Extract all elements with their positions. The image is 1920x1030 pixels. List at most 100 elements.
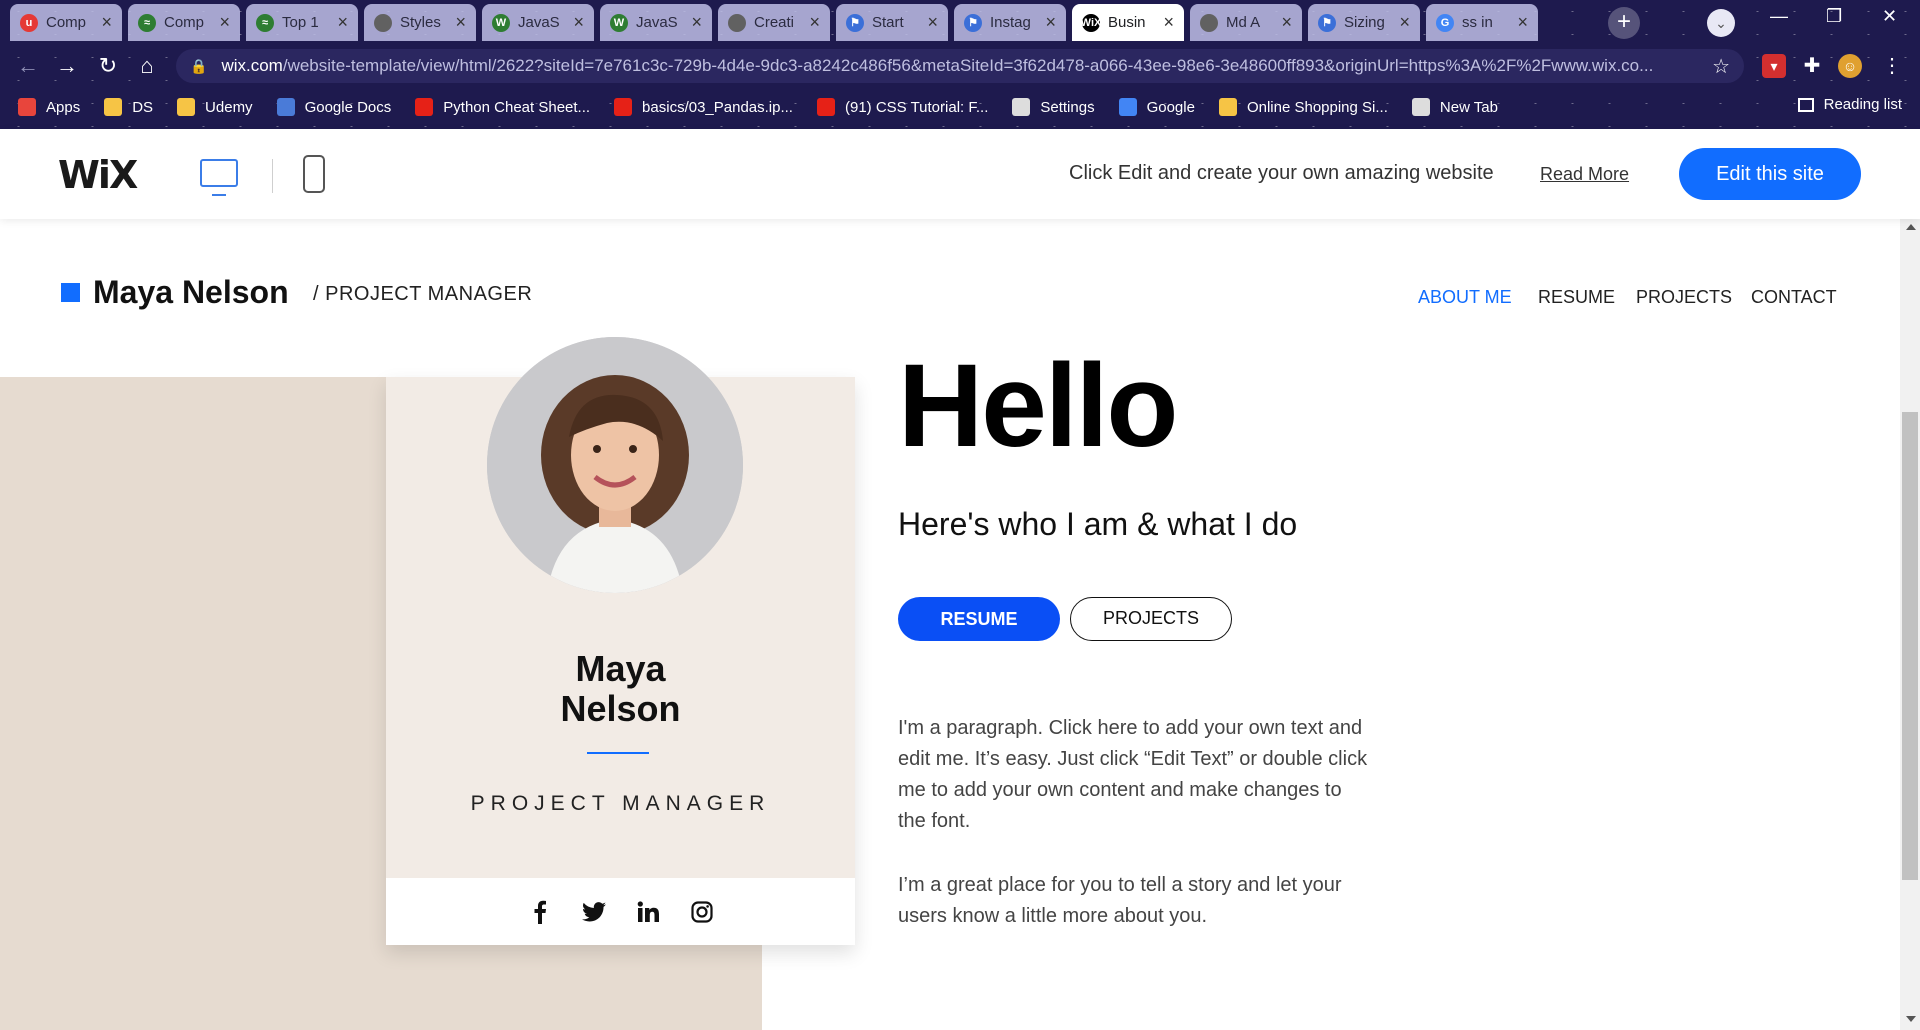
tab-close-icon[interactable]: × — [573, 12, 584, 33]
restore-icon[interactable]: ❐ — [1826, 6, 1842, 27]
bookmark-label: New Tab — [1439, 98, 1498, 116]
wix-message: Click Edit and create your own amazing w… — [1069, 162, 1494, 184]
new-tab-button[interactable]: + — [1608, 7, 1640, 39]
tab-search-icon[interactable]: ⌄ — [1707, 9, 1735, 37]
tab-3[interactable]: ≈ Top 1 × — [246, 4, 358, 41]
card-name-first: Maya — [575, 648, 666, 689]
projects-button[interactable]: PROJECTS — [1070, 597, 1232, 641]
back-icon[interactable]: ← — [14, 52, 42, 80]
bookmark-label: Google — [1146, 98, 1195, 116]
bookmark-item[interactable]: Apps — [18, 98, 80, 116]
bookmark-item[interactable]: Online Shopping Si... — [1218, 98, 1388, 116]
brand-name[interactable]: Maya Nelson — [93, 274, 289, 311]
tab-close-icon[interactable]: × — [1045, 12, 1056, 33]
tab-close-icon[interactable]: × — [1163, 12, 1174, 33]
address-bar[interactable]: 🔒 wix.com/website-template/view/html/262… — [176, 49, 1744, 83]
profile-avatar-icon[interactable]: ☺ — [1838, 54, 1862, 78]
tab-7[interactable]: Creati × — [718, 4, 830, 41]
portrait-image — [487, 337, 743, 593]
edit-this-site-button[interactable]: Edit this site — [1679, 148, 1861, 200]
reload-icon[interactable]: ↻ — [94, 52, 122, 80]
bookmark-item[interactable]: Google — [1118, 98, 1195, 116]
tab-title: Comp — [164, 14, 205, 31]
tab-6[interactable]: W JavaS × — [600, 4, 712, 41]
tab-5[interactable]: W JavaS × — [482, 4, 594, 41]
tab-title: JavaS — [518, 14, 560, 31]
mobile-view-icon[interactable] — [303, 155, 325, 193]
bookmark-item[interactable]: DS — [104, 98, 153, 116]
tab-1[interactable]: u Comp × — [10, 4, 122, 41]
tab-close-icon[interactable]: × — [337, 12, 348, 33]
scroll-up-arrow[interactable] — [1906, 224, 1916, 230]
tab-12[interactable]: ⚑ Sizing × — [1308, 4, 1420, 41]
forward-icon[interactable]: → — [53, 52, 81, 80]
card-name: Maya Nelson — [386, 649, 855, 729]
bookmark-item[interactable]: Udemy — [177, 98, 253, 116]
tab-10[interactable]: WiX Busin × — [1072, 4, 1184, 41]
browser-toolbar: ← → ↻ ⌂ 🔒 wix.com/website-template/view/… — [0, 46, 1920, 86]
tab-close-icon[interactable]: × — [1399, 12, 1410, 33]
tab-close-icon[interactable]: × — [1517, 12, 1528, 33]
tab-favicon-icon: ⚑ — [846, 13, 864, 32]
desktop-view-icon[interactable] — [200, 159, 238, 196]
twitter-icon[interactable] — [581, 900, 606, 924]
reading-list[interactable]: Reading list — [1797, 96, 1902, 113]
tab-title: Instag — [990, 14, 1031, 31]
close-window-icon[interactable]: ✕ — [1882, 6, 1897, 27]
url-text[interactable]: wix.com/website-template/view/html/2622?… — [221, 56, 1698, 76]
tab-title: Creati — [754, 14, 795, 31]
story-paragraph: I’m a great place for you to tell a stor… — [898, 874, 1342, 927]
linkedin-icon[interactable] — [636, 900, 660, 924]
bookmark-icon — [18, 98, 36, 116]
read-more-link[interactable]: Read More — [1540, 164, 1629, 185]
bookmark-icon — [1118, 98, 1137, 116]
tab-close-icon[interactable]: × — [101, 12, 112, 33]
extension-pocket-icon[interactable]: ▾ — [1762, 54, 1786, 78]
tab-8[interactable]: ⚑ Start × — [836, 4, 948, 41]
minimize-icon[interactable]: — — [1770, 6, 1788, 27]
nav-resume[interactable]: RESUME — [1538, 287, 1615, 308]
bookmark-item[interactable]: Python Cheat Sheet... — [415, 98, 590, 116]
nav-contact[interactable]: CONTACT — [1751, 287, 1837, 308]
nav-projects[interactable]: PROJECTS — [1636, 287, 1732, 308]
tab-4[interactable]: Styles × — [364, 4, 476, 41]
bookmark-item[interactable]: Settings — [1012, 98, 1095, 116]
tab-13[interactable]: Gss in × — [1426, 4, 1538, 41]
tab-close-icon[interactable]: × — [927, 12, 938, 33]
bookmark-item[interactable]: basics/03_Pandas.ip... — [614, 98, 793, 116]
bookmark-icon — [104, 98, 123, 116]
bookmark-star-icon[interactable]: ☆ — [1712, 54, 1730, 79]
bookmark-label: Settings — [1040, 98, 1095, 116]
tab-title: Start — [872, 14, 904, 31]
tab-favicon-icon — [374, 13, 392, 32]
bookmark-icon — [1411, 98, 1430, 116]
wix-logo[interactable]: WiX — [58, 153, 138, 197]
instagram-icon[interactable] — [690, 900, 714, 924]
tab-close-icon[interactable]: × — [691, 12, 702, 33]
bookmark-label: Python Cheat Sheet... — [443, 98, 591, 116]
tab-close-icon[interactable]: × — [809, 12, 820, 33]
bookmark-item[interactable]: (91) CSS Tutorial: F... — [816, 98, 988, 116]
brand-square — [61, 283, 80, 302]
scroll-thumb[interactable] — [1902, 412, 1918, 880]
tab-title: Styles — [400, 14, 441, 31]
tab-11[interactable]: Md A × — [1190, 4, 1302, 41]
home-icon[interactable]: ⌂ — [133, 52, 161, 80]
tab-favicon-icon — [728, 13, 746, 32]
tab-9[interactable]: ⚑ Instag × — [954, 4, 1066, 41]
bookmark-item[interactable]: New Tab — [1411, 98, 1498, 116]
facebook-icon[interactable] — [528, 900, 552, 924]
bookmark-icon — [276, 98, 295, 116]
tab-title: Sizing — [1344, 14, 1385, 31]
tab-close-icon[interactable]: × — [455, 12, 466, 33]
nav-about-me[interactable]: ABOUT ME — [1418, 287, 1512, 308]
tab-close-icon[interactable]: × — [1281, 12, 1292, 33]
scroll-down-arrow[interactable] — [1906, 1016, 1916, 1022]
browser-menu-icon[interactable]: ⋮ — [1880, 54, 1904, 78]
tab-2[interactable]: ≈ Comp × — [128, 4, 240, 41]
resume-button[interactable]: RESUME — [898, 597, 1060, 641]
extensions-puzzle-icon[interactable]: ✚ — [1800, 54, 1824, 78]
tab-close-icon[interactable]: × — [219, 12, 230, 33]
bookmark-item[interactable]: Google Docs — [276, 98, 391, 116]
tab-favicon-icon: ⚑ — [1318, 13, 1336, 32]
